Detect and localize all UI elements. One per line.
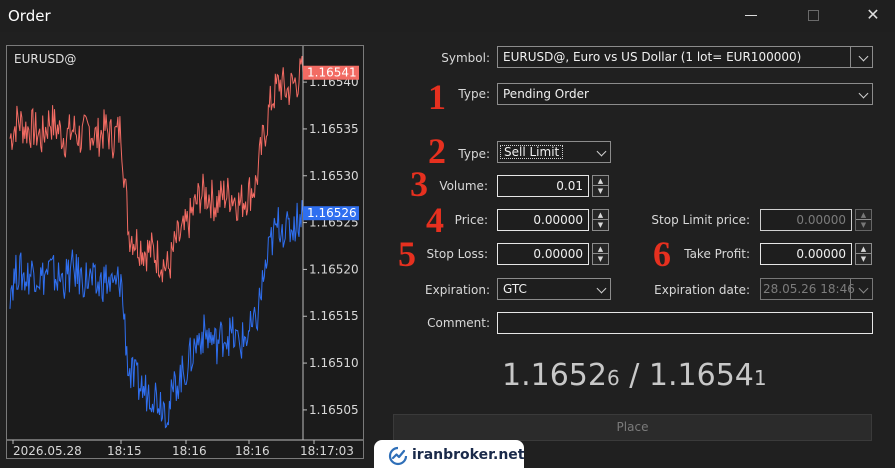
ask-price-main: 1.1654 bbox=[648, 358, 754, 393]
y-tick-label: 1.16510 bbox=[309, 356, 359, 370]
chevron-down-icon bbox=[858, 51, 869, 62]
stop-limit-label: Stop Limit price: bbox=[651, 213, 750, 227]
stop-limit-stepper: ▲ ▼ bbox=[855, 209, 872, 231]
maximize-icon bbox=[790, 0, 836, 32]
stop-loss-stepper[interactable]: ▲ ▼ bbox=[592, 243, 609, 265]
y-tick-label: 1.16520 bbox=[309, 262, 359, 276]
order-type-select[interactable]: Sell Limit bbox=[497, 141, 611, 163]
bid-price-badge-label: 1.16526 bbox=[307, 206, 357, 220]
spin-up-icon[interactable]: ▲ bbox=[856, 244, 871, 254]
price-input[interactable]: 0.00000 bbox=[497, 209, 589, 231]
comment-input[interactable] bbox=[497, 312, 873, 334]
price-stepper[interactable]: ▲ ▼ bbox=[592, 209, 609, 231]
iranbroker-logo-icon bbox=[388, 446, 408, 466]
ask-price-badge-label: 1.16541 bbox=[307, 66, 357, 80]
chevron-down-icon bbox=[596, 146, 607, 157]
type-value: Pending Order bbox=[503, 87, 589, 101]
stop-limit-input: 0.00000 bbox=[760, 209, 852, 231]
spin-up-icon[interactable]: ▲ bbox=[593, 176, 608, 186]
symbol-dropdown-button[interactable] bbox=[850, 47, 872, 67]
chart-symbol-label: EURUSD@ bbox=[14, 52, 76, 66]
x-tick-label: 18:15 bbox=[107, 444, 142, 458]
chevron-down-icon bbox=[858, 88, 869, 99]
stop-loss-label: Stop Loss: bbox=[426, 247, 488, 261]
spin-up-icon[interactable]: ▲ bbox=[593, 244, 608, 254]
x-tick-label: 18:16 bbox=[172, 444, 207, 458]
stop-loss-input[interactable]: 0.00000 bbox=[497, 243, 589, 265]
volume-input[interactable]: 0.01 bbox=[497, 175, 589, 197]
spin-up-icon[interactable]: ▲ bbox=[593, 210, 608, 220]
bid-ask-quote: 1.16526 / 1.16541 bbox=[502, 358, 767, 393]
volume-label: Volume: bbox=[439, 179, 488, 193]
symbol-value: EURUSD@, Euro vs US Dollar (1 lot= EUR10… bbox=[503, 50, 802, 64]
y-tick-label: 1.16515 bbox=[309, 309, 359, 323]
take-profit-input[interactable]: 0.00000 bbox=[760, 243, 852, 265]
minimize-icon[interactable] bbox=[728, 0, 774, 32]
bid-price-main: 1.1652 bbox=[502, 358, 607, 393]
title-bar: Order ✕ bbox=[0, 0, 895, 32]
expiration-date-picker: 28.05.26 18:46 bbox=[760, 278, 873, 300]
chevron-down-icon bbox=[858, 283, 869, 294]
comment-label: Comment: bbox=[427, 316, 490, 330]
type-select[interactable]: Pending Order bbox=[497, 83, 873, 105]
volume-stepper[interactable]: ▲ ▼ bbox=[592, 175, 609, 197]
spin-up-icon: ▲ bbox=[856, 210, 871, 220]
spin-down-icon[interactable]: ▼ bbox=[593, 220, 608, 230]
y-tick-label: 1.16505 bbox=[309, 403, 359, 417]
window-title: Order bbox=[8, 7, 51, 25]
chevron-down-icon bbox=[596, 283, 607, 294]
ask-price-pip: 1 bbox=[753, 366, 767, 390]
series-line-bid bbox=[9, 200, 304, 429]
order-type-value: Sell Limit bbox=[500, 145, 564, 159]
spin-down-icon: ▼ bbox=[860, 221, 867, 229]
y-tick-label: 1.16535 bbox=[309, 122, 359, 136]
take-profit-stepper[interactable]: ▲ ▼ bbox=[855, 243, 872, 265]
brand-text: iranbroker.net bbox=[412, 447, 525, 463]
symbol-label: Symbol: bbox=[441, 51, 490, 65]
y-tick-label: 1.16530 bbox=[309, 169, 359, 183]
expiration-date-value: 28.05.26 18:46 bbox=[763, 282, 855, 296]
x-tick-label: 18:17:03 bbox=[300, 444, 354, 458]
type-label: Type: bbox=[458, 87, 490, 101]
tick-chart: EURUSD@ 1.16540 1.16535 1.16530 1.16525 1.16… bbox=[6, 45, 364, 459]
order-type-label: Type: bbox=[458, 147, 490, 161]
expiration-label: Expiration: bbox=[425, 283, 490, 297]
series-line-ask bbox=[9, 55, 304, 283]
spin-down-icon[interactable]: ▼ bbox=[593, 186, 608, 196]
expiration-date-dropdown-button bbox=[850, 279, 872, 299]
expiration-date-label: Expiration date: bbox=[654, 283, 750, 297]
spin-down-icon[interactable]: ▼ bbox=[856, 254, 871, 264]
tick-chart-svg: EURUSD@ 1.165401.165351.165301.165251.16… bbox=[7, 46, 363, 458]
expiration-select[interactable]: GTC bbox=[497, 278, 611, 300]
price-label: Price: bbox=[454, 213, 488, 227]
expiration-value: GTC bbox=[503, 282, 527, 296]
brand-watermark: iranbroker.net bbox=[374, 440, 524, 468]
spin-down-icon[interactable]: ▼ bbox=[593, 254, 608, 264]
x-tick-label: 18:16 bbox=[235, 444, 270, 458]
symbol-select[interactable]: EURUSD@, Euro vs US Dollar (1 lot= EUR10… bbox=[497, 46, 873, 68]
place-button[interactable]: Place bbox=[393, 414, 872, 441]
take-profit-label: Take Profit: bbox=[684, 247, 750, 261]
x-tick-label: 2026.05.28 bbox=[13, 444, 82, 458]
close-icon[interactable]: ✕ bbox=[850, 0, 895, 32]
bid-price-pip: 6 bbox=[606, 366, 620, 390]
quote-separator: / bbox=[619, 358, 649, 393]
